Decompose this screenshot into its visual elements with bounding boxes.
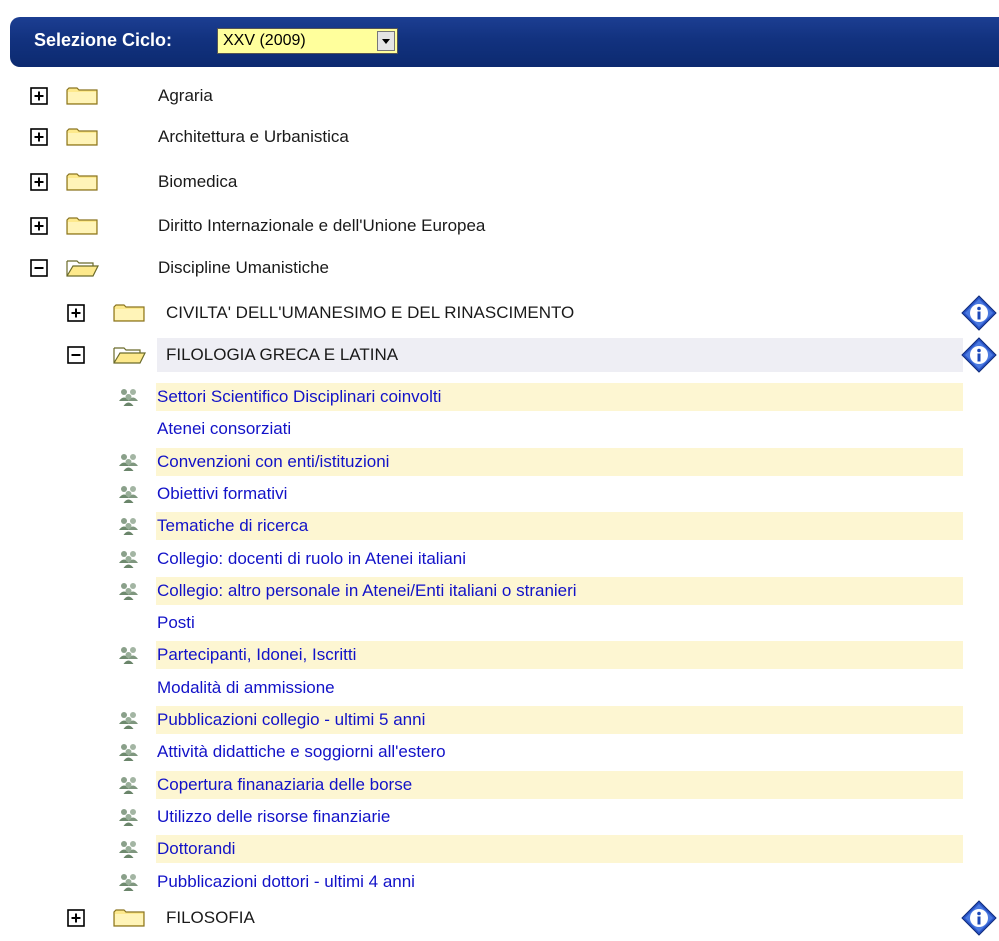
cycle-select[interactable]: XXV (2009)	[217, 28, 398, 54]
cycle-header-bar: Selezione Ciclo: XXV (2009)	[10, 17, 999, 67]
category-label[interactable]: Agraria	[158, 86, 213, 106]
item-link[interactable]: Collegio: altro personale in Atenei/Enti…	[157, 581, 577, 601]
chevron-down-icon[interactable]	[377, 31, 395, 51]
item-link[interactable]: Obiettivi formativi	[157, 484, 287, 504]
list-item[interactable]: Collegio: altro personale in Atenei/Enti…	[112, 577, 963, 605]
people-icon	[118, 484, 140, 504]
list-item[interactable]: Dottorandi	[112, 835, 963, 863]
people-icon	[118, 775, 140, 795]
plus-box-icon[interactable]	[30, 173, 48, 191]
list-item[interactable]: Convenzioni con enti/istituzioni	[112, 448, 963, 476]
minus-box-icon[interactable]	[30, 259, 48, 277]
list-item[interactable]: Partecipanti, Idonei, Iscritti	[112, 641, 963, 669]
subcategory-label[interactable]: FILOSOFIA	[166, 908, 255, 928]
item-link[interactable]: Attività didattiche e soggiorni all'este…	[157, 742, 446, 762]
folder-icon	[112, 908, 146, 928]
category-row[interactable]: Biomedica	[0, 168, 700, 196]
folder-icon	[112, 303, 146, 323]
category-label[interactable]: Architettura e Urbanistica	[158, 127, 349, 147]
people-icon	[118, 872, 140, 892]
plus-box-icon[interactable]	[67, 909, 85, 927]
item-link[interactable]: Settori Scientifico Disciplinari coinvol…	[157, 387, 441, 407]
info-icon[interactable]	[961, 295, 997, 331]
item-link[interactable]: Atenei consorziati	[157, 419, 291, 439]
list-item[interactable]: Modalità di ammissione	[112, 674, 963, 702]
category-row[interactable]: Diritto Internazionale e dell'Unione Eur…	[0, 212, 700, 240]
list-item[interactable]: Settori Scientifico Disciplinari coinvol…	[112, 383, 963, 411]
list-item[interactable]: Posti	[112, 609, 963, 637]
minus-box-icon[interactable]	[67, 346, 85, 364]
item-link[interactable]: Posti	[157, 613, 195, 633]
list-item[interactable]: Atenei consorziati	[112, 415, 963, 443]
list-item[interactable]: Obiettivi formativi	[112, 480, 963, 508]
folder-icon	[65, 216, 99, 236]
people-icon	[118, 549, 140, 569]
item-link[interactable]: Partecipanti, Idonei, Iscritti	[157, 645, 356, 665]
plus-box-icon[interactable]	[30, 217, 48, 235]
item-link[interactable]: Modalità di ammissione	[157, 678, 335, 698]
list-item[interactable]: Attività didattiche e soggiorni all'este…	[112, 738, 963, 766]
category-label[interactable]: Discipline Umanistiche	[158, 258, 329, 278]
cycle-label: Selezione Ciclo:	[34, 30, 173, 50]
subcategory-row[interactable]: FILOSOFIA	[0, 904, 960, 932]
item-link[interactable]: Dottorandi	[157, 839, 235, 859]
folder-icon	[65, 86, 99, 106]
folder-icon	[65, 172, 99, 192]
item-link[interactable]: Collegio: docenti di ruolo in Atenei ita…	[157, 549, 466, 569]
category-label[interactable]: Diritto Internazionale e dell'Unione Eur…	[158, 216, 485, 236]
category-row[interactable]: Architettura e Urbanistica	[0, 123, 700, 151]
list-item[interactable]: Utilizzo delle risorse finanziarie	[112, 803, 963, 831]
people-icon	[118, 839, 140, 859]
list-item[interactable]: Copertura finanaziaria delle borse	[112, 771, 963, 799]
subcategory-row[interactable]: FILOLOGIA GRECA E LATINA	[0, 341, 960, 369]
subcategory-row[interactable]: CIVILTA' DELL'UMANESIMO E DEL RINASCIMEN…	[0, 299, 960, 327]
row-stripe	[156, 835, 963, 863]
people-icon	[118, 742, 140, 762]
people-icon	[118, 807, 140, 827]
category-label[interactable]: Biomedica	[158, 172, 237, 192]
list-item[interactable]: Tematiche di ricerca	[112, 512, 963, 540]
item-link[interactable]: Pubblicazioni dottori - ultimi 4 anni	[157, 872, 415, 892]
item-link[interactable]: Utilizzo delle risorse finanziarie	[157, 807, 390, 827]
item-link[interactable]: Pubblicazioni collegio - ultimi 5 anni	[157, 710, 425, 730]
list-item[interactable]: Pubblicazioni collegio - ultimi 5 anni	[112, 706, 963, 734]
people-icon	[118, 710, 140, 730]
cycle-select-value: XXV (2009)	[223, 32, 306, 49]
folder-icon	[65, 127, 99, 147]
people-icon	[118, 581, 140, 601]
list-item[interactable]: Collegio: docenti di ruolo in Atenei ita…	[112, 545, 963, 573]
item-link[interactable]: Tematiche di ricerca	[157, 516, 308, 536]
info-icon[interactable]	[961, 900, 997, 936]
folder-open-icon	[112, 345, 146, 365]
plus-box-icon[interactable]	[30, 87, 48, 105]
people-icon	[118, 516, 140, 536]
subcategory-label[interactable]: CIVILTA' DELL'UMANESIMO E DEL RINASCIMEN…	[166, 303, 574, 323]
folder-open-icon	[65, 258, 99, 278]
people-icon	[118, 387, 140, 407]
category-row[interactable]: Discipline Umanistiche	[0, 254, 700, 282]
category-row[interactable]: Agraria	[0, 82, 700, 110]
subcategory-label[interactable]: FILOLOGIA GRECA E LATINA	[166, 345, 398, 365]
plus-box-icon[interactable]	[67, 304, 85, 322]
people-icon	[118, 452, 140, 472]
item-link[interactable]: Copertura finanaziaria delle borse	[157, 775, 412, 795]
info-icon[interactable]	[961, 337, 997, 373]
plus-box-icon[interactable]	[30, 128, 48, 146]
list-item[interactable]: Pubblicazioni dottori - ultimi 4 anni	[112, 868, 963, 896]
item-link[interactable]: Convenzioni con enti/istituzioni	[157, 452, 389, 472]
people-icon	[118, 645, 140, 665]
